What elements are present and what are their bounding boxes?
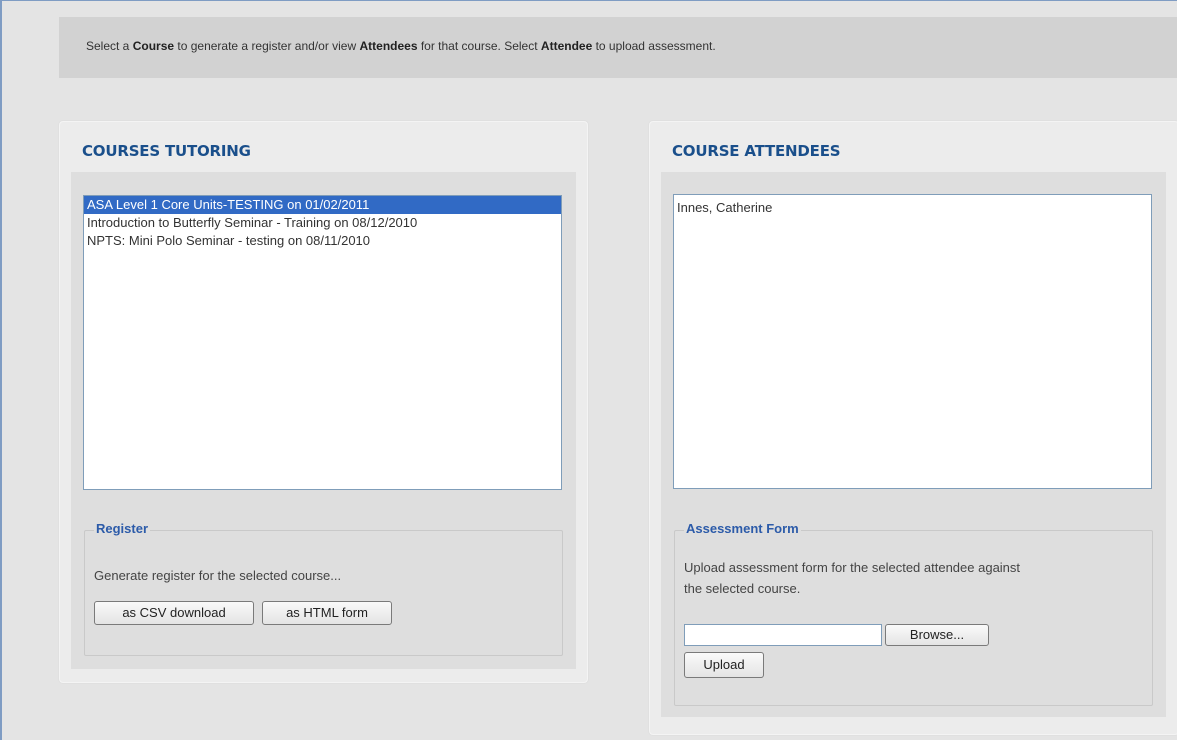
- browse-button[interactable]: Browse...: [885, 624, 989, 646]
- register-fieldset: Register Generate register for the selec…: [84, 521, 563, 656]
- instructions-attendee-word: Attendee: [540, 39, 593, 53]
- register-legend: Register: [94, 521, 151, 536]
- courses-tutoring-panel: COURSES TUTORING ASA Level 1 Core Units-…: [59, 121, 588, 683]
- app-frame: Select a Course to generate a register a…: [0, 0, 1177, 740]
- instructions-course-word: Course: [132, 39, 175, 53]
- assessment-description: Upload assessment form for the selected …: [684, 557, 1020, 599]
- assessment-description-line-2: the selected course.: [684, 581, 801, 596]
- register-description: Generate register for the selected cours…: [94, 568, 342, 583]
- instructions-text-4: to upload assessment.: [592, 39, 716, 53]
- assessment-form-fieldset: Assessment Form Upload assessment form f…: [674, 521, 1153, 706]
- course-list-item[interactable]: ASA Level 1 Core Units-TESTING on 01/02/…: [84, 196, 561, 214]
- assessment-description-line-1: Upload assessment form for the selected …: [684, 560, 1021, 575]
- attendee-list-item[interactable]: Innes, Catherine: [674, 195, 1151, 217]
- courses-listbox[interactable]: ASA Level 1 Core Units-TESTING on 01/02/…: [83, 195, 562, 490]
- course-list-item[interactable]: NPTS: Mini Polo Seminar - testing on 08/…: [84, 232, 561, 250]
- course-attendees-title: COURSE ATTENDEES: [672, 142, 841, 160]
- course-attendees-body: Innes, Catherine Assessment Form Upload …: [661, 172, 1166, 717]
- instructions-text-2: to generate a register and/or view: [174, 39, 360, 53]
- upload-button[interactable]: Upload: [684, 652, 764, 678]
- courses-tutoring-title: COURSES TUTORING: [82, 142, 251, 160]
- instructions-text-3: for that course. Select: [417, 39, 541, 53]
- instructions-bar: Select a Course to generate a register a…: [59, 17, 1177, 78]
- assessment-form-legend: Assessment Form: [684, 521, 801, 536]
- attendees-listbox[interactable]: Innes, Catherine: [673, 194, 1152, 489]
- instructions-text-1: Select a: [86, 39, 133, 53]
- csv-download-button[interactable]: as CSV download: [94, 601, 254, 625]
- html-form-button[interactable]: as HTML form: [262, 601, 392, 625]
- course-attendees-panel: COURSE ATTENDEES Innes, Catherine Assess…: [649, 121, 1177, 735]
- course-list-item[interactable]: Introduction to Butterfly Seminar - Trai…: [84, 214, 561, 232]
- courses-tutoring-body: ASA Level 1 Core Units-TESTING on 01/02/…: [71, 172, 576, 669]
- file-path-input[interactable]: [684, 624, 882, 646]
- instructions-attendees-word: Attendees: [359, 39, 418, 53]
